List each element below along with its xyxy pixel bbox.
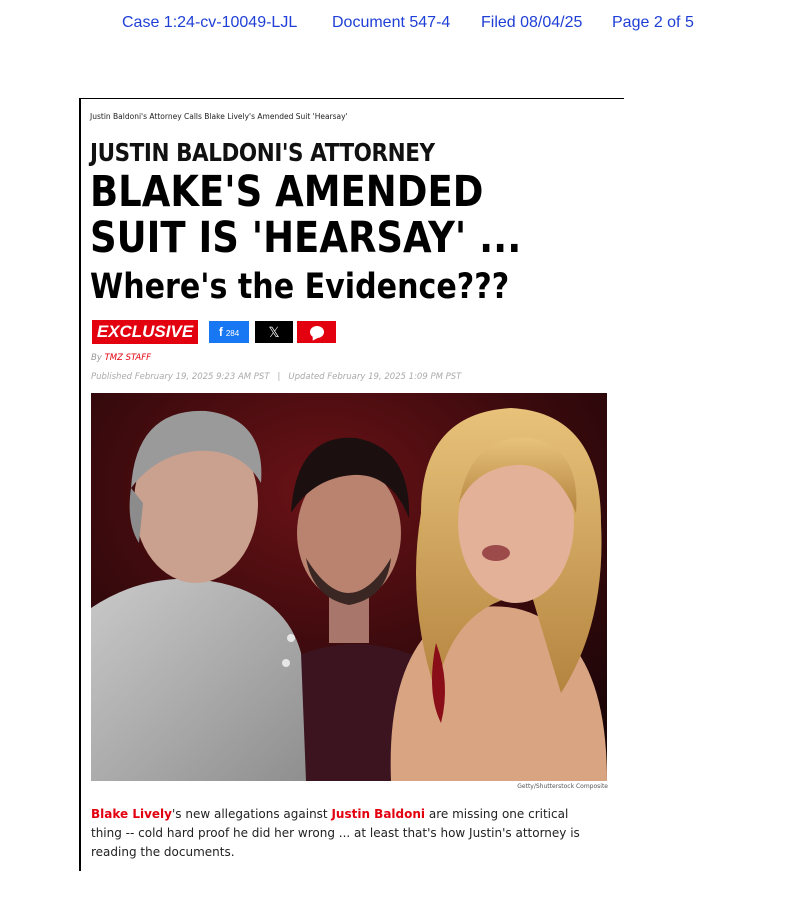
body-text-1: 's new allegations against: [172, 807, 332, 821]
subheadline: Where's the Evidence???: [90, 267, 510, 307]
facebook-icon: f: [218, 325, 223, 339]
headline-kicker: JUSTIN BALDONI'S ATTORNEY: [90, 138, 435, 167]
headline-line-1: BLAKE'S AMENDED: [90, 167, 484, 217]
author-link[interactable]: TMZ STAFF: [105, 353, 151, 363]
headline-line-2: SUIT IS 'HEARSAY' ...: [90, 213, 522, 263]
facebook-share-button[interactable]: f 284: [209, 321, 249, 343]
headline: BLAKE'S AMENDED SUIT IS 'HEARSAY' ...: [90, 169, 521, 261]
x-icon: 𝕏: [268, 324, 280, 340]
date-separator: |: [277, 372, 281, 382]
x-share-button[interactable]: 𝕏: [255, 321, 293, 343]
exclusive-badge: EXCLUSIVE: [92, 320, 198, 344]
filed-date: Filed 08/04/25: [481, 14, 583, 31]
justin-baldoni-link[interactable]: Justin Baldoni: [331, 807, 425, 821]
updated-date: Updated February 19, 2025 1:09 PM PST: [288, 372, 462, 382]
facebook-share-count: 284: [225, 329, 240, 338]
court-filing-header: Case 1:24-cv-10049-LJL Document 547-4 Fi…: [0, 14, 791, 34]
photo-credit: Getty/Shutterstock Composite: [517, 783, 608, 790]
case-number: Case 1:24-cv-10049-LJL: [122, 14, 298, 31]
blake-lively-link[interactable]: Blake Lively: [91, 807, 172, 821]
comment-button[interactable]: [297, 321, 336, 343]
breadcrumb[interactable]: Justin Baldoni's Attorney Calls Blake Li…: [90, 112, 348, 121]
published-date: Published February 19, 2025 9:23 AM PST: [91, 372, 270, 382]
article-body: Blake Lively's new allegations against J…: [91, 805, 601, 862]
byline: By TMZ STAFF: [91, 353, 151, 363]
article-photo[interactable]: [91, 393, 607, 781]
byline-prefix: By: [91, 353, 102, 363]
publish-info: Published February 19, 2025 9:23 AM PST |…: [91, 372, 461, 382]
photo-composite-illustration: [91, 393, 607, 781]
comment-icon: [309, 326, 324, 338]
document-number: Document 547-4: [332, 14, 451, 31]
article-screenshot: Justin Baldoni's Attorney Calls Blake Li…: [79, 98, 624, 871]
page-number: Page 2 of 5: [612, 14, 694, 31]
